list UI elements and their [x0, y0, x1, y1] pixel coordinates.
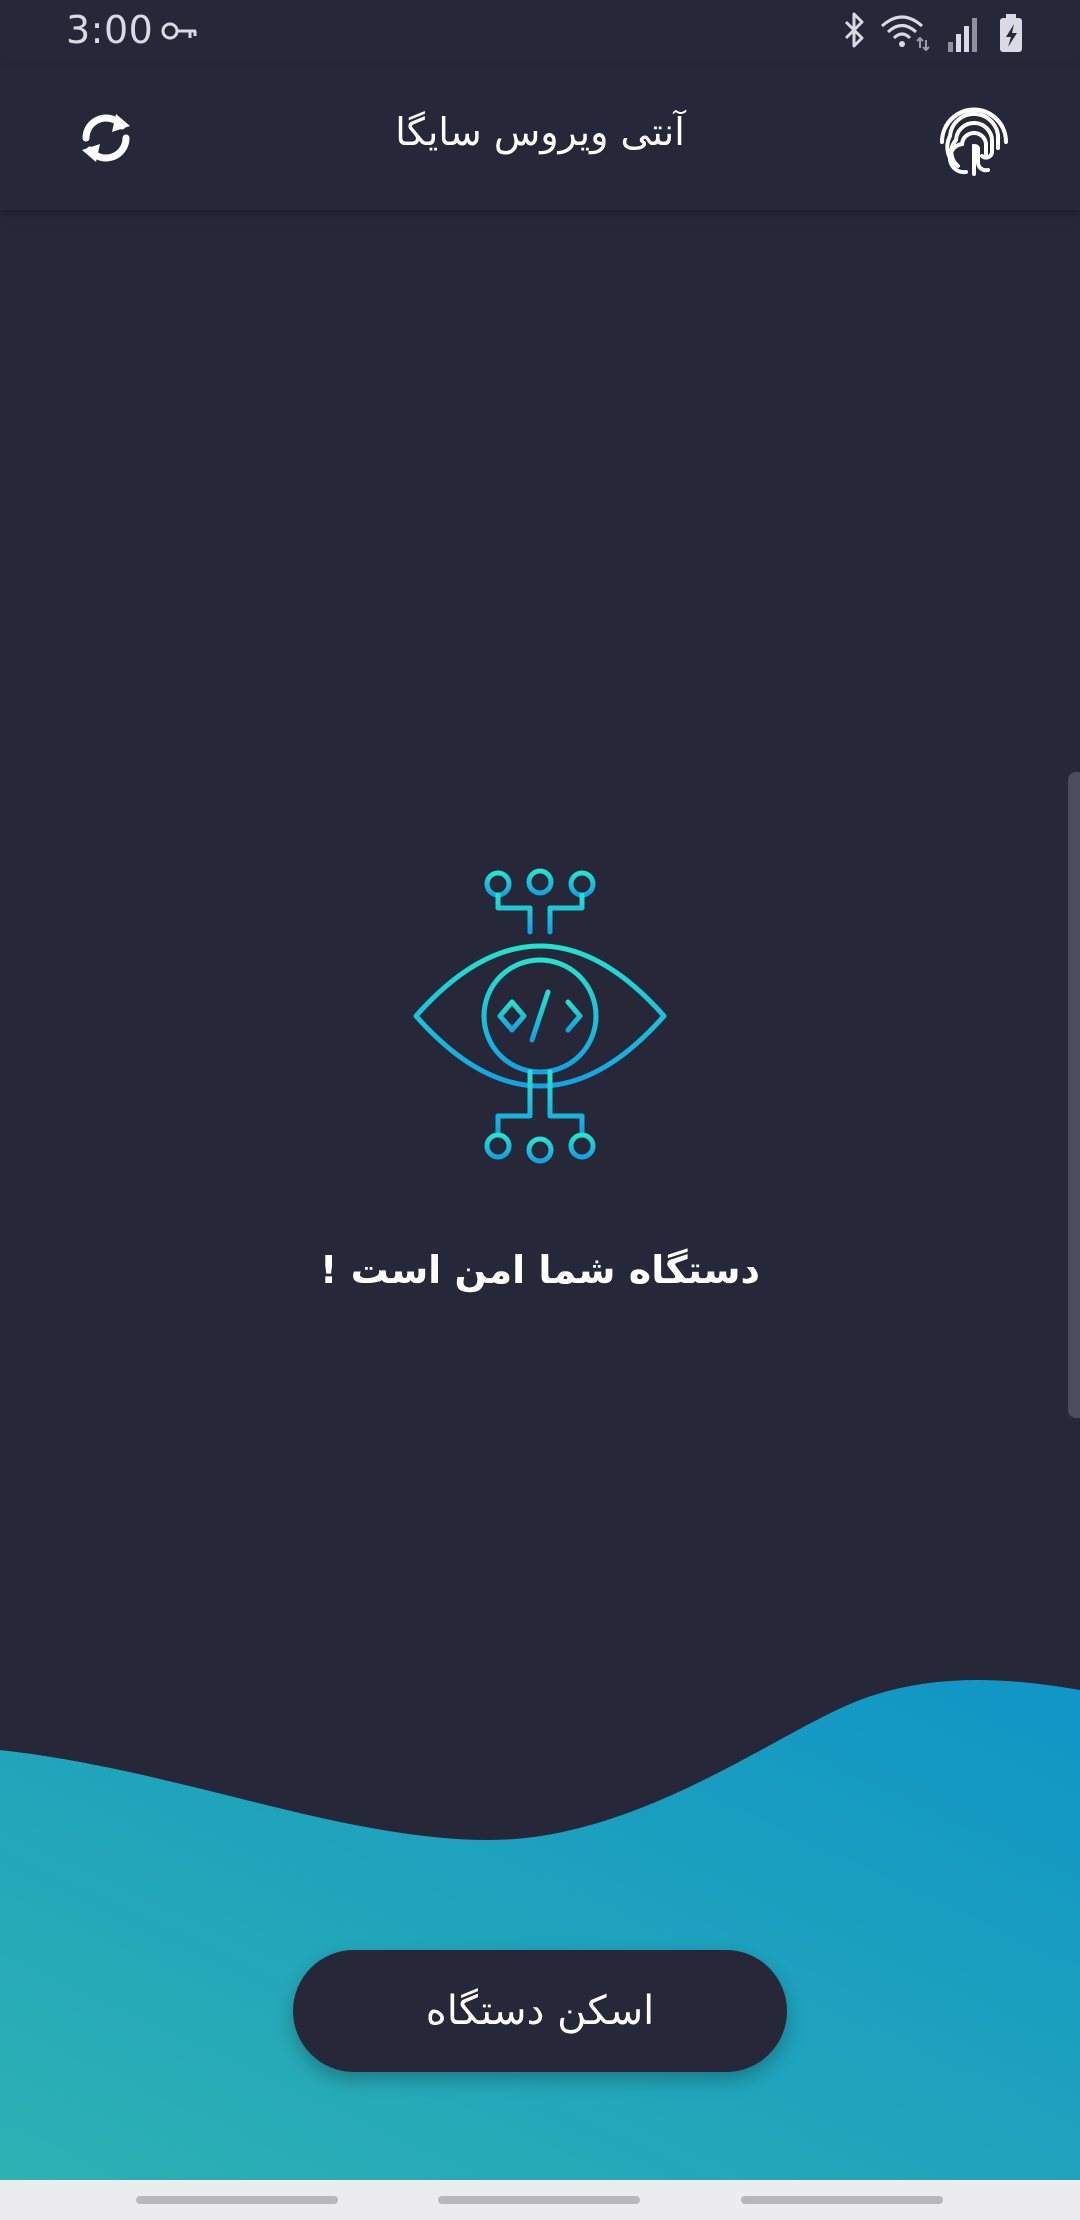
- battery-charging-icon: [1000, 14, 1022, 52]
- app-screen: 3:00 آنتی ویروس سایگا دستگاه شما امن است…: [0, 0, 1080, 2220]
- bluetooth-icon: [844, 12, 864, 48]
- vpn-key-icon: [161, 22, 197, 40]
- scan-device-label: اسکن دستگاه: [425, 1988, 655, 2034]
- status-icons: [844, 12, 1022, 52]
- scrollbar[interactable]: [1068, 772, 1080, 1418]
- status-bar: 3:00: [0, 0, 1080, 66]
- nav-home-button[interactable]: [438, 2196, 640, 2204]
- app-title: آنتی ویروس سایگا: [395, 110, 685, 154]
- eye-code-icon: [413, 868, 667, 1164]
- fingerprint-icon[interactable]: [932, 96, 1016, 180]
- wave-background: [0, 1680, 1080, 2180]
- nav-recents-button[interactable]: [136, 2196, 338, 2204]
- nav-back-button[interactable]: [741, 2196, 943, 2204]
- scan-device-button[interactable]: اسکن دستگاه: [293, 1950, 787, 2072]
- wifi-icon: [880, 15, 930, 52]
- device-safe-message: دستگاه شما امن است !: [320, 1248, 760, 1292]
- status-time: 3:00: [66, 8, 154, 52]
- app-bar: آنتی ویروس سایگا: [0, 66, 1080, 210]
- signal-icon: [948, 18, 977, 52]
- navigation-bar: [0, 2180, 1080, 2220]
